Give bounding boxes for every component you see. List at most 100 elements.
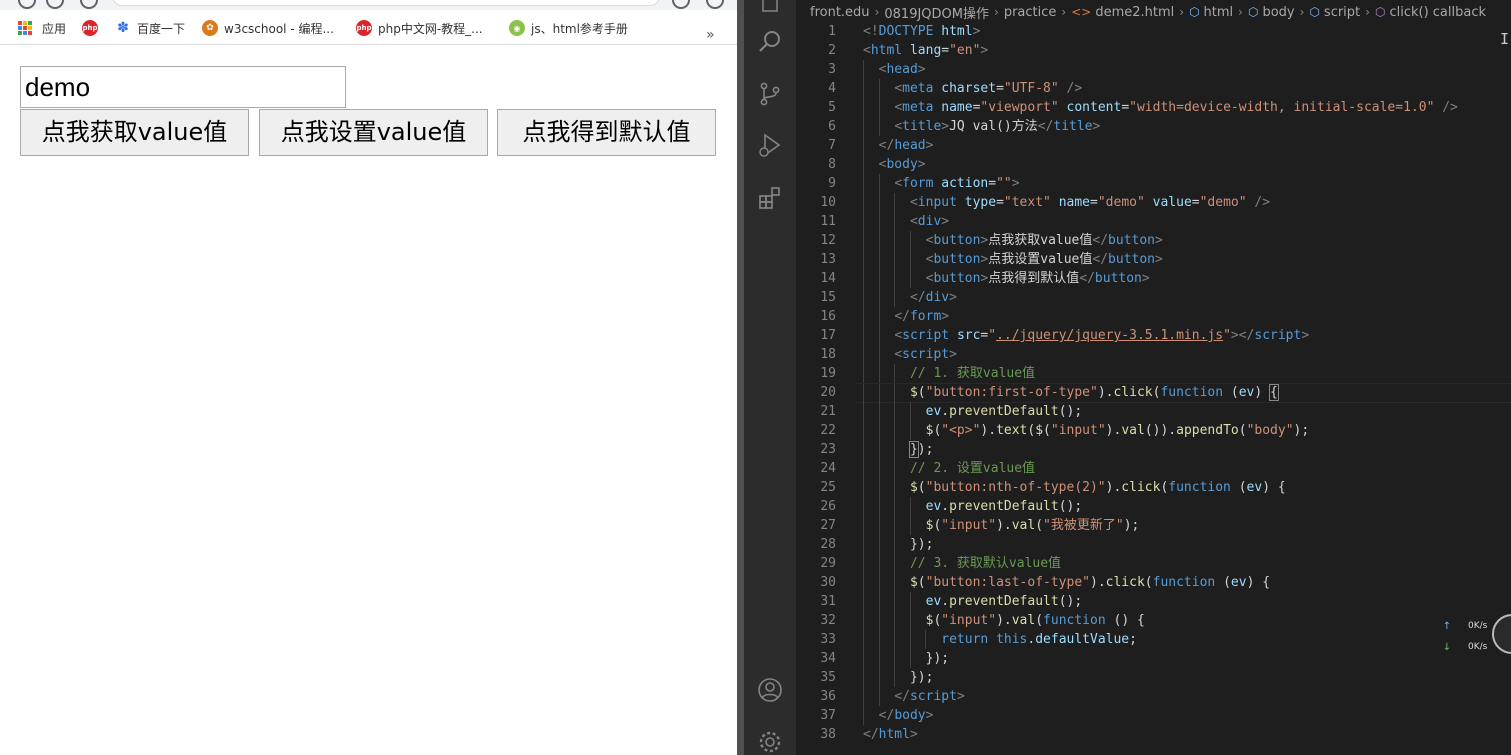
code-line[interactable]: 37 </body> bbox=[796, 706, 1511, 725]
line-content: <head> bbox=[863, 60, 926, 79]
line-number: 10 bbox=[820, 195, 836, 210]
extensions-icon[interactable] bbox=[757, 185, 783, 211]
code-line[interactable]: 19 // 1. 获取value值 bbox=[796, 364, 1511, 383]
breadcrumb-item[interactable]: html bbox=[1204, 5, 1234, 20]
get-value-button[interactable]: 点我获取value值 bbox=[20, 109, 249, 156]
code-line[interactable]: 10 <input type="text" name="demo" value=… bbox=[796, 193, 1511, 212]
code-line[interactable]: 29 // 3. 获取默认value值 bbox=[796, 554, 1511, 573]
code-line[interactable]: 26 ev.preventDefault(); bbox=[796, 497, 1511, 516]
code-line[interactable]: 34 }); bbox=[796, 649, 1511, 668]
code-line[interactable]: 36 </script> bbox=[796, 687, 1511, 706]
breadcrumb-item[interactable]: practice bbox=[1004, 5, 1057, 20]
line-content: }); bbox=[863, 649, 949, 668]
code-line[interactable]: 7 </head> bbox=[796, 136, 1511, 155]
code-token: () { bbox=[1105, 613, 1145, 628]
code-line[interactable]: 3 <head> bbox=[796, 60, 1511, 79]
code-token: "input" bbox=[941, 518, 997, 533]
forward-icon[interactable] bbox=[46, 0, 64, 9]
code-line[interactable]: 32 $("input").val(function () { bbox=[796, 611, 1511, 630]
code-token: script bbox=[902, 347, 950, 362]
code-token: button bbox=[1108, 233, 1156, 248]
account-icon[interactable] bbox=[757, 677, 783, 703]
menu-icon[interactable] bbox=[706, 0, 724, 9]
code-line[interactable]: 15 </div> bbox=[796, 288, 1511, 307]
back-icon[interactable] bbox=[18, 0, 36, 9]
code-line[interactable]: 13 <button>点我设置value值</button> bbox=[796, 250, 1511, 269]
code-line[interactable]: 2 <html lang="en"> bbox=[796, 41, 1511, 60]
bookmark-w3cschool[interactable]: ✿ w3cschool - 编程... bbox=[202, 19, 334, 37]
code-token: this bbox=[996, 632, 1028, 647]
search-icon[interactable] bbox=[757, 29, 783, 55]
code-token: > bbox=[1301, 328, 1310, 343]
address-bar[interactable] bbox=[112, 0, 660, 6]
code-editor[interactable]: front.edu › 0819JQDOM操作 › practice › <> … bbox=[796, 0, 1511, 755]
code-token: type bbox=[964, 195, 997, 210]
code-line[interactable]: 25 $("button:nth-of-type(2)").click(func… bbox=[796, 478, 1511, 497]
bookmark-apps[interactable]: 应用 bbox=[18, 19, 66, 37]
code-line[interactable]: 30 $("button:last-of-type").click(functi… bbox=[796, 573, 1511, 592]
browser-toolbar bbox=[0, 0, 737, 10]
code-line[interactable]: 9 <form action=""> bbox=[796, 174, 1511, 193]
bookmark-js-ref[interactable]: ◉ js、html参考手册 bbox=[509, 19, 628, 37]
code-token: < bbox=[894, 347, 903, 362]
line-content: <script> bbox=[863, 345, 957, 364]
code-line[interactable]: 1 <!DOCTYPE html> bbox=[796, 22, 1511, 41]
code-line[interactable]: 33 return this.defaultValue; bbox=[796, 630, 1511, 649]
code-line[interactable]: 38 </html> bbox=[796, 725, 1511, 744]
breadcrumb-item[interactable]: click() callback bbox=[1389, 5, 1486, 20]
code-line[interactable]: 21 ev.preventDefault(); bbox=[796, 402, 1511, 421]
breadcrumb-item[interactable]: deme2.html bbox=[1095, 5, 1174, 20]
set-value-button[interactable]: 点我设置value值 bbox=[259, 109, 488, 156]
source-control-icon[interactable] bbox=[757, 81, 783, 107]
breadcrumb-item[interactable]: body bbox=[1262, 5, 1294, 20]
code-line[interactable]: 22 $("<p>").text($("input").val()).appen… bbox=[796, 421, 1511, 440]
bookmark-baidu[interactable]: ✽ 百度一下 bbox=[115, 19, 185, 37]
bookmark-php-cn[interactable]: php php中文网-教程_... bbox=[356, 19, 483, 37]
line-number: 9 bbox=[828, 176, 836, 191]
code-line[interactable]: 27 $("input").val("我被更新了"); bbox=[796, 516, 1511, 535]
code-area[interactable]: 1 <!DOCTYPE html> 2 <html lang="en"> 3 <head… bbox=[796, 22, 1511, 744]
code-line[interactable]: 11 <div> bbox=[796, 212, 1511, 231]
settings-gear-icon[interactable] bbox=[757, 729, 783, 755]
w3cschool-icon: ✿ bbox=[202, 20, 218, 36]
code-line[interactable]: 14 <button>点我得到默认值</button> bbox=[796, 269, 1511, 288]
bookmark-php-1[interactable]: php bbox=[82, 19, 104, 37]
code-line[interactable]: 6 <title>JQ val()方法</title> bbox=[796, 117, 1511, 136]
breadcrumb-item[interactable]: script bbox=[1324, 5, 1360, 20]
code-token: script bbox=[902, 328, 950, 343]
bookmarks-overflow-icon[interactable]: » bbox=[706, 27, 715, 43]
code-line[interactable]: 4 <meta charset="UTF-8" /> bbox=[796, 79, 1511, 98]
code-line[interactable]: 28 }); bbox=[796, 535, 1511, 554]
run-debug-icon[interactable] bbox=[757, 132, 783, 158]
code-line[interactable]: 16 </form> bbox=[796, 307, 1511, 326]
code-line[interactable]: 12 <button>点我获取value值</button> bbox=[796, 231, 1511, 250]
default-value-button[interactable]: 点我得到默认值 bbox=[497, 109, 716, 156]
code-line[interactable]: 24 // 2. 设置value值 bbox=[796, 459, 1511, 478]
code-line[interactable]: 23 }); bbox=[796, 440, 1511, 459]
reload-icon[interactable] bbox=[80, 0, 98, 9]
code-line[interactable]: 31 ev.preventDefault(); bbox=[796, 592, 1511, 611]
code-line[interactable]: 17 <script src="../jquery/jquery-3.5.1.m… bbox=[796, 326, 1511, 345]
code-line[interactable]: 5 <meta name="viewport" content="width=d… bbox=[796, 98, 1511, 117]
code-token: html bbox=[878, 727, 910, 742]
code-token: 点我获取value值 bbox=[988, 233, 1093, 248]
code-token: ( bbox=[1230, 480, 1247, 495]
code-line[interactable]: 18 <script> bbox=[796, 345, 1511, 364]
code-line[interactable]: 35 }); bbox=[796, 668, 1511, 687]
code-line[interactable]: 8 <body> bbox=[796, 155, 1511, 174]
profile-icon[interactable] bbox=[672, 0, 690, 9]
line-number: 5 bbox=[828, 100, 836, 115]
explorer-icon[interactable] bbox=[757, 0, 783, 14]
code-token: < bbox=[894, 100, 903, 115]
code-token: </ bbox=[894, 309, 910, 324]
breadcrumb-item[interactable]: 0819JQDOM操作 bbox=[884, 3, 989, 22]
code-token: = bbox=[988, 176, 997, 191]
demo-text-input[interactable] bbox=[20, 66, 346, 108]
breadcrumb-item[interactable]: front.edu bbox=[810, 5, 870, 20]
code-line[interactable]: 20 $("button:first-of-type").click(funct… bbox=[796, 383, 1511, 403]
